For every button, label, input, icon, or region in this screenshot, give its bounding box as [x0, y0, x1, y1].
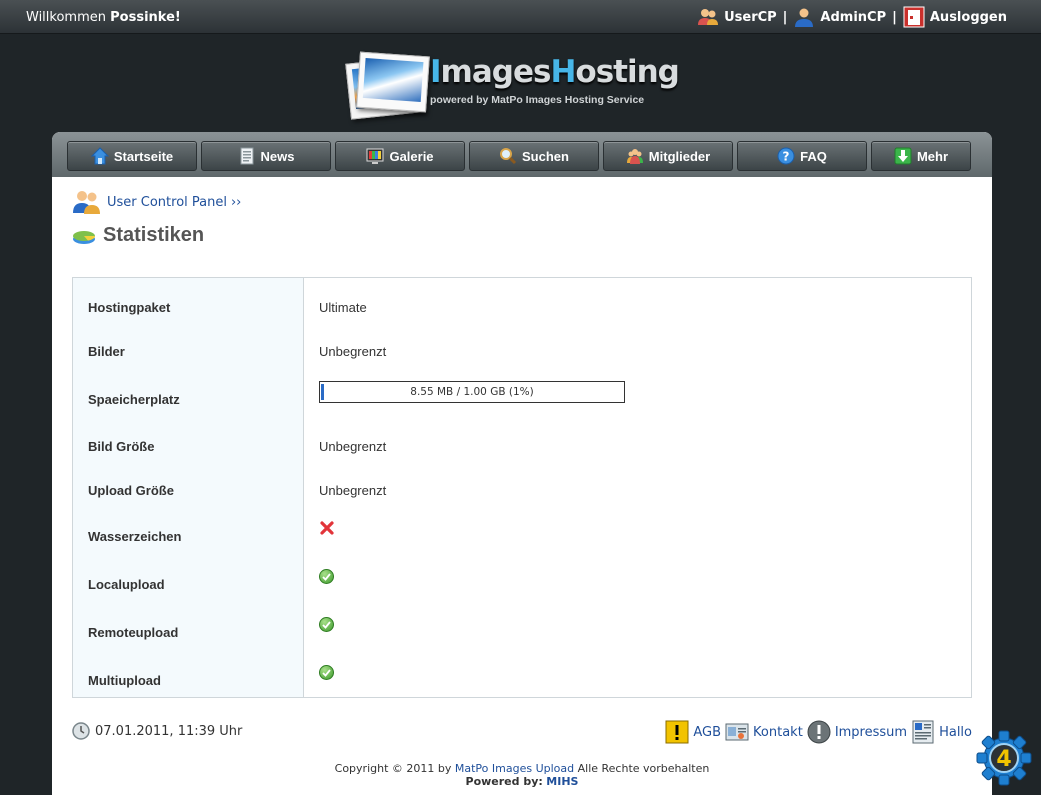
check-icon — [319, 665, 334, 680]
user-links: UserCP | AdminCP | Ausloggen — [697, 6, 1007, 28]
x-icon — [319, 520, 335, 536]
site-logo[interactable]: ImagesHosting powered by MatPo Images Ho… — [345, 51, 680, 122]
table-row: Localupload — [73, 569, 971, 599]
contact-icon — [725, 720, 749, 744]
logout-link[interactable]: Ausloggen — [903, 6, 1007, 28]
admincp-link[interactable]: AdminCP — [793, 6, 886, 28]
row-label: Hostingpaket — [88, 300, 171, 315]
badge-text: 4 — [996, 747, 1011, 772]
row-label: Bild Größe — [88, 439, 155, 454]
row-label: Wasserzeichen — [88, 529, 182, 544]
breadcrumb-usercp-link[interactable]: User Control Panel — [107, 195, 227, 210]
search-icon — [499, 147, 517, 165]
statistics-table: Hostingpaket Ultimate Bilder Unbegrenzt … — [72, 277, 972, 698]
svg-text:?: ? — [783, 150, 790, 164]
home-icon — [90, 147, 110, 165]
usercp-label: UserCP — [724, 9, 777, 25]
kontakt-link[interactable]: Kontakt — [725, 720, 803, 744]
main-nav: Startseite News Galerie Suchen Mitgliede… — [52, 132, 992, 177]
page-title: Statistiken — [72, 224, 204, 247]
impressum-link[interactable]: Impressum — [807, 720, 907, 744]
table-row: Wasserzeichen — [73, 521, 971, 551]
logo-subtitle: powered by MatPo Images Hosting Service — [430, 94, 645, 106]
table-row: Hostingpaket Ultimate — [73, 292, 971, 322]
row-label: Bilder — [88, 344, 125, 359]
table-row: Remoteupload — [73, 617, 971, 647]
check-icon — [319, 617, 334, 632]
nav-mitglieder[interactable]: Mitglieder — [603, 141, 733, 171]
row-label: Upload Größe — [88, 483, 174, 498]
nav-mehr[interactable]: Mehr — [871, 141, 971, 171]
check-icon — [319, 569, 334, 584]
admin-icon — [793, 6, 815, 28]
gear-badge-icon[interactable]: 4 — [976, 730, 1032, 786]
breadcrumb-separator: ›› — [230, 194, 242, 210]
nav-faq[interactable]: ? FAQ — [737, 141, 867, 171]
nav-galerie[interactable]: Galerie — [335, 141, 465, 171]
copyright: Copyright © 2011 by MatPo Images Upload … — [334, 762, 710, 788]
row-label: Multiupload — [88, 673, 161, 688]
table-row: Bilder Unbegrenzt — [73, 336, 971, 366]
footer-datetime: 07.01.2011, 11:39 Uhr — [72, 722, 242, 740]
row-label: Remoteupload — [88, 625, 179, 640]
nav-news[interactable]: News — [201, 141, 331, 171]
page-title-text: Statistiken — [103, 224, 205, 246]
datetime-text: 07.01.2011, 11:39 Uhr — [95, 723, 243, 739]
row-label: Spaeicherplatz — [88, 392, 180, 407]
welcome-prefix: Willkommen — [26, 10, 106, 25]
logout-icon — [903, 6, 925, 28]
top-bar: Willkommen Possinke! UserCP | AdminCP | … — [0, 0, 1041, 34]
logo-photo-front — [356, 51, 430, 113]
separator: | — [782, 9, 788, 25]
warning-icon — [665, 720, 689, 744]
row-value: Ultimate — [319, 300, 367, 315]
agb-link[interactable]: AGB — [665, 720, 721, 744]
copyright-link[interactable]: MatPo Images Upload — [455, 762, 574, 775]
members-icon — [626, 147, 644, 165]
clock-icon — [72, 722, 90, 740]
table-row: Multiupload — [73, 665, 971, 695]
logo-title: ImagesHosting — [430, 54, 680, 90]
gallery-icon — [366, 147, 384, 165]
row-label: Localupload — [88, 577, 165, 592]
progress-text: 8.55 MB / 1.00 GB (1%) — [410, 386, 534, 398]
table-row: Bild Größe Unbegrenzt — [73, 431, 971, 461]
powered-by-link[interactable]: MIHS — [546, 775, 578, 788]
row-value: Unbegrenzt — [319, 344, 387, 359]
admincp-label: AdminCP — [820, 9, 887, 25]
page-icon — [911, 720, 935, 744]
help-icon: ? — [777, 147, 795, 165]
row-value: Unbegrenzt — [319, 439, 387, 454]
username: Possinke! — [110, 10, 181, 25]
hallo-link[interactable]: Hallo — [911, 720, 972, 744]
storage-progress-bar: 8.55 MB / 1.00 GB (1%) — [319, 381, 625, 403]
users-icon — [697, 6, 719, 28]
usercp-link[interactable]: UserCP — [697, 6, 777, 28]
row-value: Unbegrenzt — [319, 483, 387, 498]
info-icon — [807, 720, 831, 744]
welcome-text: Willkommen Possinke! — [26, 10, 181, 25]
main-container: Startseite News Galerie Suchen Mitgliede… — [52, 132, 992, 795]
nav-suchen[interactable]: Suchen — [469, 141, 599, 171]
table-row: Upload Größe Unbegrenzt — [73, 475, 971, 505]
separator: | — [892, 9, 897, 25]
logout-label: Ausloggen — [929, 9, 1007, 25]
breadcrumb: User Control Panel ›› — [72, 188, 241, 216]
footer-links: AGB Kontakt Impressum Hallo — [661, 720, 972, 744]
statistics-icon — [72, 226, 98, 246]
document-icon — [238, 147, 256, 165]
users-icon — [72, 188, 102, 216]
nav-startseite[interactable]: Startseite — [67, 141, 197, 171]
download-icon — [894, 147, 912, 165]
